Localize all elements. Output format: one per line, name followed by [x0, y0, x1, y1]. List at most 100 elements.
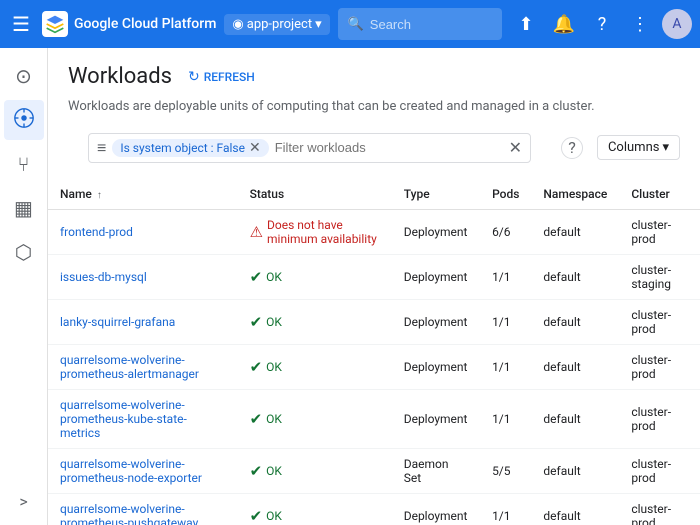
col-header-type[interactable]: Type [392, 179, 480, 210]
main-content: Workloads ↻ REFRESH Workloads are deploy… [48, 48, 700, 525]
workload-type: Deployment [392, 209, 480, 254]
workload-name-link[interactable]: quarrelsome-wolverine-prometheus-alertma… [60, 353, 199, 381]
filter-input[interactable] [275, 140, 503, 155]
workloads-table-container: Name ↑ Status Type Pods Namespace Cluste… [48, 179, 700, 525]
chevron-down-icon: ▾ [315, 17, 322, 32]
workload-type: Deployment [392, 344, 480, 389]
col-header-namespace[interactable]: Namespace [531, 179, 619, 210]
sidebar-bottom: > [4, 485, 44, 525]
upload-icon[interactable]: ⬆ [510, 8, 542, 40]
status-text: Does not have minimum availability [267, 218, 380, 246]
check-circle-icon: ✔ [250, 268, 263, 286]
workload-cluster: cluster-prod [619, 448, 700, 493]
col-header-cluster[interactable]: Cluster [619, 179, 700, 210]
search-icon: 🔍 [348, 17, 364, 32]
status-text: OK [266, 360, 282, 374]
workload-cluster: cluster-prod [619, 299, 700, 344]
project-selector[interactable]: ◉ app-project ▾ [224, 14, 329, 35]
filter-row: ≡ Is system object : False ✕ ✕ ? Columns… [48, 129, 700, 171]
search-input[interactable] [370, 17, 492, 32]
sidebar-item-nodes[interactable]: ⑂ [4, 144, 44, 184]
sidebar-item-dashboard[interactable]: ⊙ [4, 56, 44, 96]
status-text: OK [266, 509, 282, 523]
sidebar-item-services[interactable]: ⬡ [4, 232, 44, 272]
sidebar-expand-button[interactable]: > [4, 485, 44, 517]
menu-icon[interactable]: ☰ [8, 8, 34, 40]
workload-type: Deployment [392, 254, 480, 299]
check-circle-icon: ✔ [250, 507, 263, 525]
workload-name-link[interactable]: lanky-squirrel-grafana [60, 315, 175, 329]
project-name: app-project [247, 17, 312, 32]
status-ok: ✔OK [250, 358, 380, 376]
status-ok: ✔OK [250, 462, 380, 480]
sort-arrow-icon: ↑ [97, 190, 102, 201]
filter-clear-button[interactable]: ✕ [509, 138, 522, 157]
workload-namespace: default [531, 389, 619, 448]
workload-namespace: default [531, 344, 619, 389]
workload-pods: 5/5 [480, 448, 531, 493]
sidebar-item-kubernetes[interactable] [4, 100, 44, 140]
check-circle-icon: ✔ [250, 462, 263, 480]
app-logo: Google Cloud Platform [42, 11, 216, 37]
workload-pods: 1/1 [480, 389, 531, 448]
dashboard-icon: ⊙ [15, 64, 32, 88]
col-header-name[interactable]: Name ↑ [48, 179, 238, 210]
workload-type: Deployment [392, 299, 480, 344]
workload-type: Deployment [392, 389, 480, 448]
app-title: Google Cloud Platform [74, 16, 216, 32]
table-row: frontend-prod⚠Does not have minimum avai… [48, 209, 700, 254]
check-circle-icon: ✔ [250, 358, 263, 376]
workload-namespace: default [531, 209, 619, 254]
workload-name-link[interactable]: frontend-prod [60, 225, 133, 239]
workload-cluster: cluster-prod [619, 389, 700, 448]
workload-cluster: cluster-prod [619, 344, 700, 389]
filter-help-icon[interactable]: ? [561, 137, 583, 159]
filter-chip-label: Is system object : False [120, 141, 245, 155]
page-description: Workloads are deployable units of comput… [48, 97, 700, 129]
search-bar[interactable]: 🔍 [338, 8, 502, 40]
workload-name-link[interactable]: quarrelsome-wolverine-prometheus-pushgat… [60, 502, 198, 525]
topnav: ☰ Google Cloud Platform ◉ app-project ▾ … [0, 0, 700, 48]
filter-chip-remove[interactable]: ✕ [249, 141, 261, 155]
workload-name-link[interactable]: quarrelsome-wolverine-prometheus-kube-st… [60, 398, 187, 440]
table-row: quarrelsome-wolverine-prometheus-alertma… [48, 344, 700, 389]
status-ok: ✔OK [250, 410, 380, 428]
table-row: quarrelsome-wolverine-prometheus-node-ex… [48, 448, 700, 493]
workload-namespace: default [531, 254, 619, 299]
project-icon: ◉ [232, 17, 243, 32]
refresh-button[interactable]: ↻ REFRESH [188, 69, 255, 85]
more-vert-icon[interactable]: ⋮ [624, 8, 656, 40]
page-title: Workloads [68, 64, 172, 89]
workload-cluster: cluster-staging [619, 254, 700, 299]
filter-bar[interactable]: ≡ Is system object : False ✕ ✕ [88, 133, 531, 163]
col-header-pods[interactable]: Pods [480, 179, 531, 210]
notification-icon[interactable]: 🔔 [548, 8, 580, 40]
status-text: OK [266, 464, 282, 478]
status-ok: ✔OK [250, 507, 380, 525]
workload-pods: 6/6 [480, 209, 531, 254]
grid-icon: ▦ [14, 196, 33, 220]
table-row: quarrelsome-wolverine-prometheus-kube-st… [48, 389, 700, 448]
col-header-status[interactable]: Status [238, 179, 392, 210]
help-icon[interactable]: ? [586, 8, 618, 40]
status-text: OK [266, 315, 282, 329]
avatar[interactable]: A [662, 9, 692, 39]
workload-name-link[interactable]: issues-db-mysql [60, 270, 147, 284]
status-text: OK [266, 412, 282, 426]
sidebar-item-grid[interactable]: ▦ [4, 188, 44, 228]
status-ok: ✔OK [250, 313, 380, 331]
refresh-label: REFRESH [204, 70, 255, 84]
filter-chip[interactable]: Is system object : False ✕ [112, 139, 268, 157]
workload-type: Deployment [392, 493, 480, 525]
workload-namespace: default [531, 299, 619, 344]
workload-type: Daemon Set [392, 448, 480, 493]
workload-name-link[interactable]: quarrelsome-wolverine-prometheus-node-ex… [60, 457, 202, 485]
chevron-down-icon: ▾ [662, 140, 669, 155]
sidebar: ⊙ ⑂ ▦ ⬡ > [0, 48, 48, 525]
workload-pods: 1/1 [480, 299, 531, 344]
status-text: OK [266, 270, 282, 284]
table-header-row: Name ↑ Status Type Pods Namespace Cluste… [48, 179, 700, 210]
columns-button[interactable]: Columns ▾ [597, 135, 680, 160]
workload-cluster: cluster-prod [619, 209, 700, 254]
page-header: Workloads ↻ REFRESH [48, 48, 700, 97]
